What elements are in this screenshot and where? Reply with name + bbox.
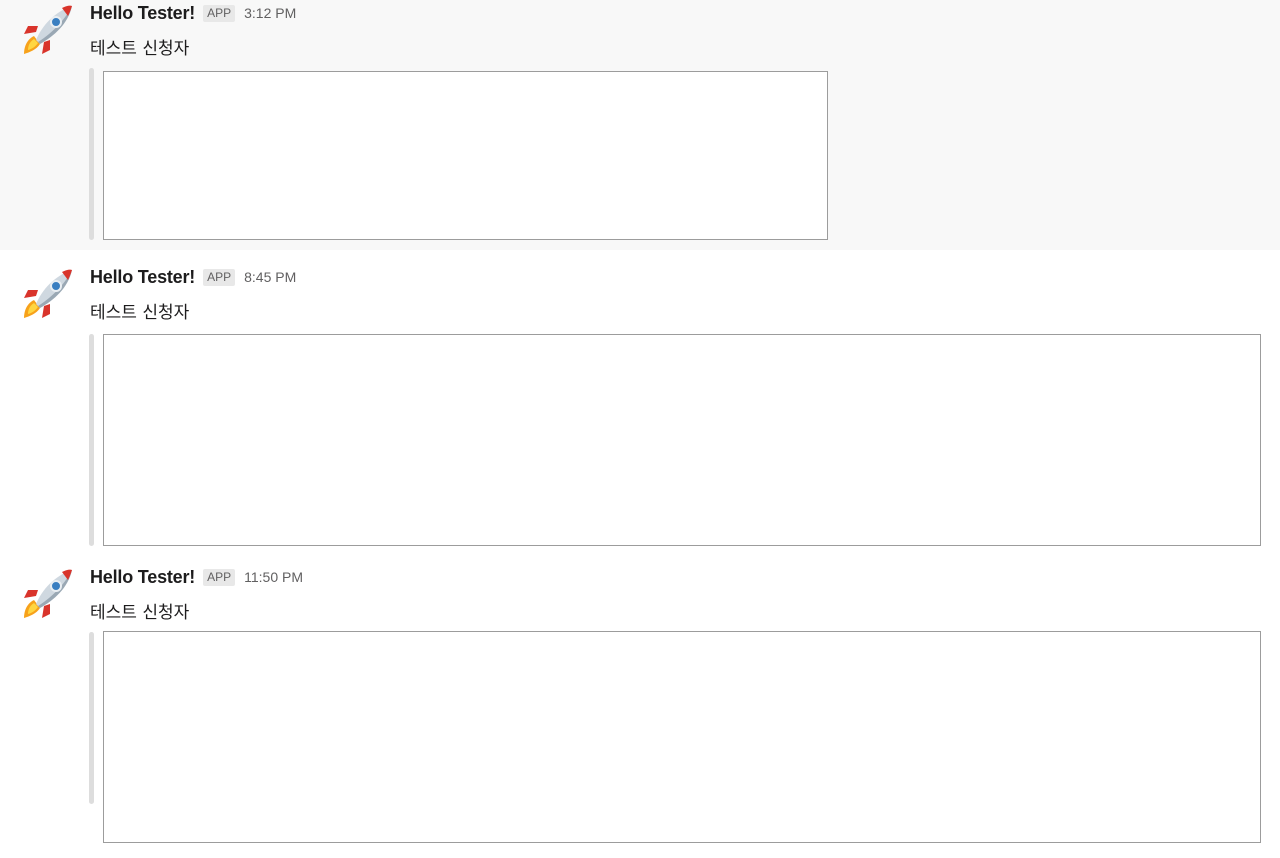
attachment-frame[interactable] — [103, 334, 1261, 546]
attachment-frame[interactable] — [103, 71, 828, 240]
message-item[interactable]: Hello Tester! APP 11:50 PM 테스트 신청자 — [0, 564, 1280, 858]
rocket-icon[interactable] — [20, 2, 76, 58]
attachment-bar — [89, 632, 94, 804]
message-header: Hello Tester! APP 8:45 PM — [90, 266, 296, 288]
app-badge: APP — [203, 268, 236, 286]
attachment-bar — [89, 68, 94, 240]
message-item[interactable]: Hello Tester! APP 3:12 PM 테스트 신청자 — [0, 0, 1280, 250]
app-badge: APP — [203, 568, 236, 586]
rocket-icon[interactable] — [20, 266, 76, 322]
sender-name[interactable]: Hello Tester! — [90, 3, 195, 24]
attachment-bar — [89, 334, 94, 546]
timestamp[interactable]: 11:50 PM — [244, 569, 303, 585]
message-list: Hello Tester! APP 3:12 PM 테스트 신청자 Hello … — [0, 0, 1280, 858]
message-text: 테스트 신청자 — [90, 303, 190, 323]
sender-name[interactable]: Hello Tester! — [90, 267, 195, 288]
timestamp[interactable]: 8:45 PM — [244, 269, 296, 285]
message-header: Hello Tester! APP 11:50 PM — [90, 566, 303, 588]
rocket-icon[interactable] — [20, 566, 76, 622]
sender-name[interactable]: Hello Tester! — [90, 567, 195, 588]
message-item[interactable]: Hello Tester! APP 8:45 PM 테스트 신청자 — [0, 264, 1280, 554]
app-badge: APP — [203, 4, 236, 22]
timestamp[interactable]: 3:12 PM — [244, 5, 296, 21]
message-header: Hello Tester! APP 3:12 PM — [90, 2, 296, 24]
attachment-frame[interactable] — [103, 631, 1261, 843]
message-text: 테스트 신청자 — [90, 603, 190, 623]
message-text: 테스트 신청자 — [90, 39, 190, 59]
